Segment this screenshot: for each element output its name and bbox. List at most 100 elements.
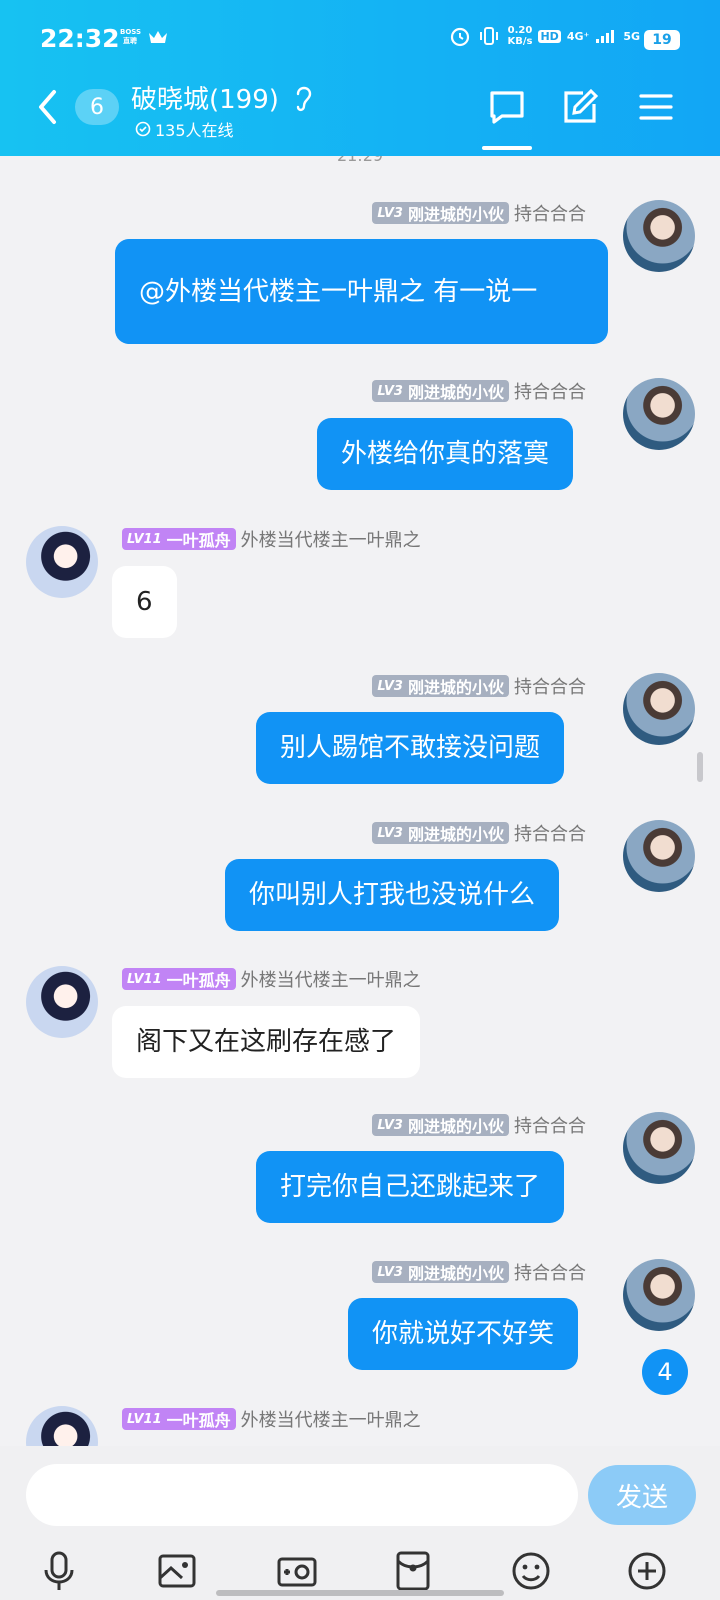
unread-count-badge[interactable]: 6 [75, 89, 119, 125]
status-time: 22:32 [40, 24, 120, 53]
sender-name: 持合合合 [514, 1116, 586, 1137]
level-tag: LV3 刚进城的小伙 [372, 822, 509, 844]
net-speed-unit: KB/s [507, 36, 533, 47]
chat-bubble-icon[interactable] [488, 88, 526, 126]
group-title: 破晓城(199) [131, 85, 279, 115]
signal-icon [596, 30, 615, 43]
avatar[interactable] [26, 1406, 98, 1446]
boss-line1: BOSS [120, 28, 142, 36]
avatar[interactable] [26, 966, 98, 1038]
level-label: LV11 [127, 971, 162, 987]
level-title: 刚进城的小伙 [407, 205, 504, 224]
message-bubble[interactable]: @外楼当代楼主一叶鼎之 有一说一 [115, 239, 608, 344]
menu-icon[interactable] [638, 88, 674, 126]
home-indicator[interactable] [216, 1590, 504, 1596]
sender-name: 持合合合 [514, 382, 586, 403]
online-status: 135人在线 [135, 117, 234, 141]
back-icon[interactable] [34, 86, 62, 128]
plus-icon[interactable] [626, 1550, 668, 1592]
level-tag: LV11 一叶孤舟 [122, 968, 236, 990]
vibrate-icon [480, 27, 499, 45]
image-icon[interactable] [156, 1550, 198, 1592]
sender-row: LV11 一叶孤舟 外楼当代楼主一叶鼎之 [122, 966, 421, 992]
message-bubble[interactable]: 你叫别人打我也没说什么 [225, 859, 560, 931]
sender-row: LV3 刚进城的小伙 持合合合 [372, 378, 586, 404]
level-title: 一叶孤舟 [166, 1411, 231, 1430]
avatar[interactable] [623, 1259, 695, 1331]
avatar[interactable] [623, 820, 695, 892]
avatar[interactable] [623, 1112, 695, 1184]
level-label: LV3 [377, 205, 403, 221]
video-icon[interactable] [276, 1550, 318, 1592]
message-input[interactable] [26, 1464, 578, 1526]
hd-badge: HD [538, 29, 561, 43]
level-title: 刚进城的小伙 [407, 678, 504, 697]
crown-icon [149, 31, 167, 43]
chat-header: 22:32 BOSS 直聘 0.20 KB/s HD 4G⁺ 5G 19 6 破… [0, 0, 720, 156]
sender-name: 持合合合 [514, 204, 586, 225]
sender-row: LV3 刚进城的小伙 持合合合 [372, 673, 586, 699]
sender-name: 外楼当代楼主一叶鼎之 [240, 970, 421, 991]
net-speed-value: 0.20 [507, 25, 533, 36]
input-bar: 发送 [0, 1446, 720, 1600]
level-tag: LV11 一叶孤舟 [122, 528, 236, 550]
message-bubble[interactable]: 6 [112, 566, 177, 638]
avatar[interactable] [26, 526, 98, 598]
sender-row: LV11 一叶孤舟 外楼当代楼主一叶鼎之 [122, 526, 421, 552]
level-title: 刚进城的小伙 [407, 1117, 504, 1136]
level-label: LV3 [377, 825, 403, 841]
level-tag: LV3 刚进城的小伙 [372, 1114, 509, 1136]
net-5g: 5G [623, 29, 640, 43]
battery-indicator: 19 [644, 30, 680, 50]
sender-name: 持合合合 [514, 824, 586, 845]
level-tag: LV3 刚进城的小伙 [372, 675, 509, 697]
message-bubble[interactable]: 打完你自己还跳起来了 [256, 1151, 565, 1223]
online-icon [135, 121, 151, 137]
sender-name: 持合合合 [514, 677, 586, 698]
active-tab-indicator [482, 146, 532, 150]
level-title: 刚进城的小伙 [407, 825, 504, 844]
message-bubble[interactable]: 你就说好不好笑 [348, 1298, 579, 1370]
status-bar: 22:32 BOSS 直聘 0.20 KB/s HD 4G⁺ 5G 19 [0, 22, 720, 58]
edit-icon[interactable] [561, 88, 599, 126]
sender-row: LV3 刚进城的小伙 持合合合 [372, 820, 586, 846]
avatar[interactable] [623, 200, 695, 272]
send-button[interactable]: 发送 [588, 1465, 696, 1525]
avatar[interactable] [623, 378, 695, 450]
red-packet-icon[interactable] [394, 1550, 432, 1592]
emoji-icon[interactable] [510, 1550, 552, 1592]
alarm-icon [451, 27, 470, 47]
net-speed: 0.20 KB/s [507, 25, 532, 47]
net-4g: 4G⁺ [566, 29, 590, 43]
sender-row: LV3 刚进城的小伙 持合合合 [372, 1259, 586, 1285]
level-label: LV3 [377, 1117, 403, 1133]
scroll-indicator[interactable] [697, 752, 703, 782]
level-title: 刚进城的小伙 [407, 383, 504, 402]
boss-app-icon: BOSS 直聘 [120, 28, 142, 46]
boss-line2: 直聘 [123, 37, 137, 45]
online-count: 135人在线 [155, 121, 234, 140]
level-tag: LV3 刚进城的小伙 [372, 202, 509, 224]
level-title: 一叶孤舟 [166, 971, 231, 990]
message-bubble[interactable]: 外楼给你真的落寞 [317, 418, 574, 490]
message-list[interactable]: 21:29 LV3刚进城的小伙 持合合合 @外楼当代楼主一叶鼎之 有一说一 LV… [0, 156, 720, 1446]
new-message-badge[interactable]: 4 [642, 1349, 688, 1395]
ear-icon[interactable] [292, 82, 316, 114]
level-tag: LV3 刚进城的小伙 [372, 1261, 509, 1283]
level-title: 一叶孤舟 [166, 531, 231, 550]
level-title: 刚进城的小伙 [407, 1264, 504, 1283]
microphone-icon[interactable] [40, 1550, 78, 1592]
level-label: LV3 [377, 383, 403, 399]
avatar[interactable] [623, 673, 695, 745]
level-tag: LV11 一叶孤舟 [122, 1408, 236, 1430]
sender-row: LV3 刚进城的小伙 持合合合 [372, 1112, 586, 1138]
sender-name: 外楼当代楼主一叶鼎之 [240, 530, 421, 551]
level-tag: LV3 刚进城的小伙 [372, 380, 509, 402]
time-separator: 21:29 [0, 156, 720, 165]
sender-name: 外楼当代楼主一叶鼎之 [240, 1410, 421, 1431]
sender-name: 持合合合 [514, 1263, 586, 1284]
level-label: LV3 [377, 1264, 403, 1280]
level-label: LV3 [377, 678, 403, 694]
message-bubble[interactable]: 阁下又在这刷存在感了 [112, 1006, 421, 1078]
message-bubble[interactable]: 别人踢馆不敢接没问题 [256, 712, 565, 784]
